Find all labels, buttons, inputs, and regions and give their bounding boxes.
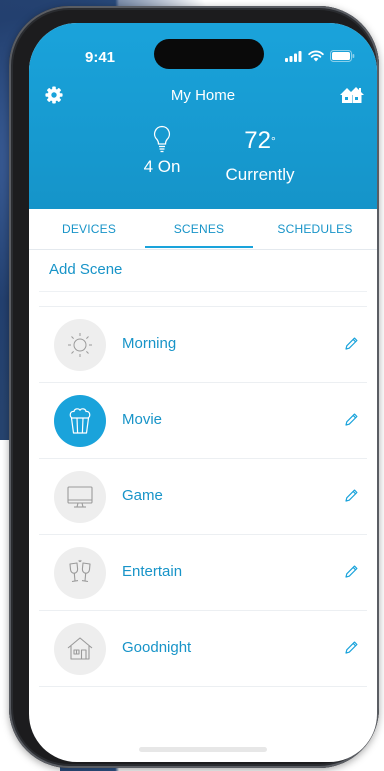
scene-label: Goodnight <box>122 639 192 656</box>
divider <box>39 291 367 292</box>
temperature-stat[interactable]: 72° Currently <box>214 129 306 185</box>
tab-scenes[interactable]: SCENES <box>145 209 253 248</box>
scene-label: Entertain <box>122 563 183 580</box>
dynamic-island <box>154 39 264 69</box>
glasses-toast-icon <box>54 547 106 599</box>
scene-label: Movie <box>122 411 163 428</box>
battery-icon <box>330 50 355 62</box>
temperature-label: Currently <box>225 165 295 184</box>
lights-on-count: 4 On <box>143 157 181 176</box>
scene-row-entertain[interactable]: Entertain <box>39 535 367 611</box>
home-indicator[interactable] <box>139 747 267 752</box>
scene-list: Morning Movie Game Entertain Goodnight <box>39 306 367 687</box>
app-screen: 9:41 My Home 4 On 72° Currently DEVICES … <box>29 23 377 762</box>
popcorn-icon <box>54 395 106 447</box>
scene-row-morning[interactable]: Morning <box>39 306 367 383</box>
home-header: 9:41 My Home 4 On 72° Currently <box>29 23 377 209</box>
lights-on-stat[interactable]: 4 On <box>137 125 187 177</box>
tab-bar: DEVICES SCENES SCHEDULES <box>29 209 377 250</box>
sun-icon <box>54 319 106 371</box>
signal-icon <box>285 50 302 62</box>
house-icon <box>54 623 106 675</box>
scene-label: Morning <box>122 335 177 352</box>
status-time: 9:41 <box>85 49 116 66</box>
wifi-icon <box>308 50 324 62</box>
pencil-icon[interactable] <box>344 640 359 660</box>
status-icons <box>285 50 355 62</box>
pencil-icon[interactable] <box>344 412 359 432</box>
scene-label: Game <box>122 487 163 504</box>
temperature-value: 72° <box>244 127 276 154</box>
scene-row-game[interactable]: Game <box>39 459 367 535</box>
monitor-icon <box>54 471 106 523</box>
pencil-icon[interactable] <box>344 336 359 356</box>
scene-row-goodnight[interactable]: Goodnight <box>39 611 367 687</box>
phone-frame: 9:41 My Home 4 On 72° Currently DEVICES … <box>9 6 379 768</box>
pencil-icon[interactable] <box>344 488 359 508</box>
pencil-icon[interactable] <box>344 564 359 584</box>
lightbulb-icon <box>153 125 171 153</box>
homes-switch-icon[interactable] <box>339 85 365 110</box>
add-scene-link[interactable]: Add Scene <box>49 261 122 278</box>
tab-devices[interactable]: DEVICES <box>33 209 145 249</box>
tab-schedules[interactable]: SCHEDULES <box>253 209 377 249</box>
scene-row-movie[interactable]: Movie <box>39 383 367 459</box>
home-title: My Home <box>170 87 236 104</box>
